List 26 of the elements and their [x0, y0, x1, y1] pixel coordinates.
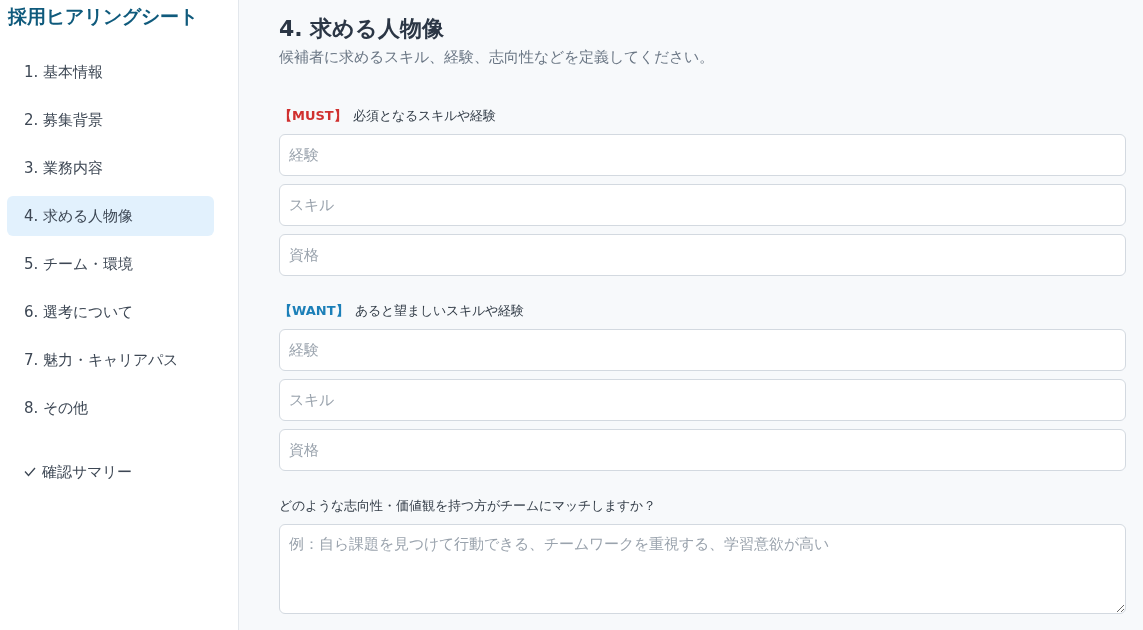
app-title: 採用ヒアリングシート [7, 4, 199, 29]
nav-item[interactable]: 7. 魅力・キャリアパス [7, 340, 214, 380]
input-field[interactable]: 資格 [279, 429, 1126, 471]
section-description: 候補者に求めるスキル、経験、志向性などを定義してください。 [279, 48, 715, 67]
field-label: あると望ましいスキルや経験 [354, 302, 524, 320]
nav-label: 確認サマリー [42, 462, 132, 482]
input-field[interactable]: 経験 [279, 134, 1126, 176]
section-title: 4. 求める人物像 [279, 15, 446, 43]
nav-item[interactable]: 4. 求める人物像 [7, 196, 214, 236]
nav-item[interactable]: 1. 基本情報 [7, 52, 214, 92]
input-field[interactable]: スキル [279, 379, 1126, 421]
requirement-tag: 【WANT】 [279, 302, 349, 320]
text-area[interactable]: 例：自ら課題を見つけて行動できる、チームワークを重視する、学習意欲が高い [279, 524, 1126, 614]
nav-item[interactable]: 8. その他 [7, 388, 214, 428]
nav-item[interactable]: 5. チーム・環境 [7, 244, 214, 284]
input-field[interactable]: 資格 [279, 234, 1126, 276]
nav-item[interactable]: 6. 選考について [7, 292, 214, 332]
nav-item[interactable]: 3. 業務内容 [7, 148, 214, 188]
requirement-tag: 【MUST】 [279, 107, 347, 125]
check-icon [24, 467, 36, 477]
field-label: 必須となるスキルや経験 [352, 107, 496, 125]
nav-item[interactable]: 2. 募集背景 [7, 100, 214, 140]
field-label: どのような志向性・価値観を持つ方がチームにマッチしますか？ [279, 497, 656, 515]
input-field[interactable]: スキル [279, 184, 1126, 226]
input-field[interactable]: 経験 [279, 329, 1126, 371]
summary-nav-item[interactable]: 確認サマリー [7, 452, 214, 492]
